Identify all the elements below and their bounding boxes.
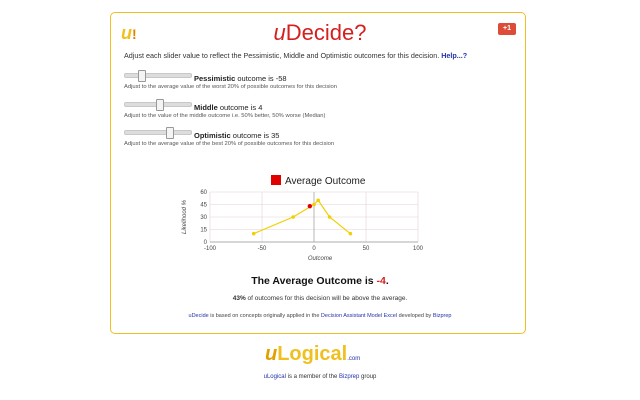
x-tick-label: 100 xyxy=(413,246,424,252)
average-outcome-value: -4 xyxy=(376,275,386,287)
above-average-pct: 43% xyxy=(232,295,246,302)
page-title: uDecide? xyxy=(0,20,640,46)
intro-body: Adjust each slider value to reflect the … xyxy=(124,51,440,60)
middle-slider-thumb[interactable] xyxy=(156,99,165,111)
ulogical-logo[interactable]: uLogical.com xyxy=(265,343,360,366)
middle-slider[interactable] xyxy=(124,99,192,111)
series-point xyxy=(312,202,316,207)
series-point xyxy=(348,231,353,236)
y-tick-label: 45 xyxy=(200,203,207,209)
note-brand: uDecide xyxy=(188,313,209,319)
x-tick-label: -50 xyxy=(258,246,267,252)
optimistic-description: Adjust to the average value of the best … xyxy=(124,141,335,147)
series-point xyxy=(327,215,332,219)
x-tick-label: 50 xyxy=(363,246,370,252)
title-rest: Decide? xyxy=(285,20,367,45)
series-point xyxy=(251,231,256,236)
title-u: u xyxy=(273,20,286,45)
x-tick-label: 0 xyxy=(312,246,316,252)
pessimistic-slider-thumb[interactable] xyxy=(137,70,146,82)
average-outcome-result: The Average Outcome is -4. xyxy=(251,275,389,287)
concept-note: uDecide is based on concepts originally … xyxy=(188,313,452,319)
middle-description: Adjust to the value of the middle outcom… xyxy=(124,113,326,119)
above-average-text: 43% of outcomes for this decision will b… xyxy=(232,295,408,302)
y-tick-label: 60 xyxy=(200,190,207,196)
intro-text: Adjust each slider value to reflect the … xyxy=(124,51,467,60)
optimistic-label: Optimistic outcome is 35 xyxy=(194,131,280,140)
average-outcome-marker xyxy=(307,203,313,209)
help-link[interactable]: Help...? xyxy=(441,51,467,60)
y-axis-label: Likelihood % xyxy=(182,199,188,234)
series-point xyxy=(291,215,295,219)
middle-label: Middle outcome is 4 xyxy=(194,103,263,112)
member-text: uLogical is a member of the Bizprep grou… xyxy=(263,374,377,380)
decision-model-link[interactable]: Decision Assistant Model Excel xyxy=(321,313,397,319)
optimistic-slider[interactable] xyxy=(124,127,192,139)
outcome-chart: 015304560-100 -50 0 50 100OutcomeLikelihood … xyxy=(182,190,424,262)
x-tick-label: -100 xyxy=(204,246,217,252)
y-tick-label: 30 xyxy=(200,215,207,221)
pessimistic-slider[interactable] xyxy=(124,70,192,82)
pessimistic-label: Pessimistic outcome is -58 xyxy=(194,74,287,83)
pessimistic-description: Adjust to the average value of the worst… xyxy=(124,84,337,90)
bizprep-group-link[interactable]: Bizprep xyxy=(339,374,359,380)
google-plus-one-button[interactable]: +1 xyxy=(498,23,516,35)
x-axis-label: Outcome xyxy=(308,256,333,262)
optimistic-slider-thumb[interactable] xyxy=(165,127,174,139)
y-tick-label: 15 xyxy=(200,228,207,234)
series-point xyxy=(316,198,320,203)
ulogical-link[interactable]: uLogical xyxy=(264,374,286,380)
bizprep-link[interactable]: Bizprep xyxy=(433,313,452,319)
